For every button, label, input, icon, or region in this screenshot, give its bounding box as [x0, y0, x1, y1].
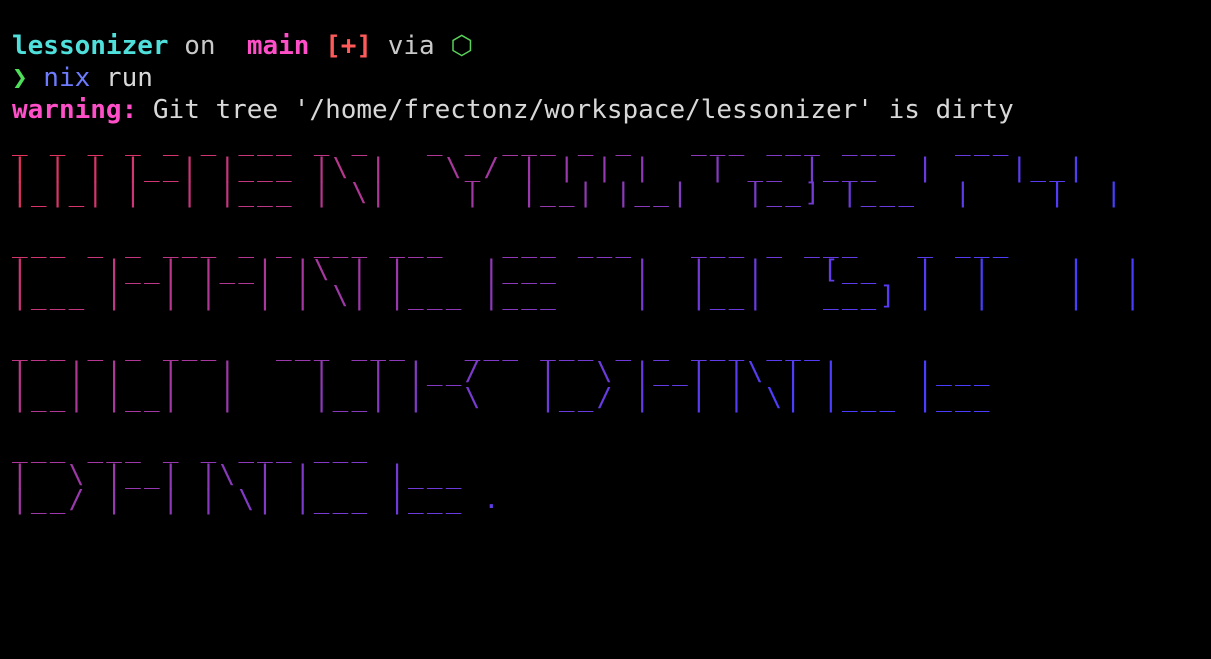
git-branch-name: main	[231, 31, 310, 61]
ascii-art-output: _ _ _ _ _ _ ___ _ _ _ _ ___ _ _ ___ ___ …	[12, 129, 1144, 516]
on-label: on	[168, 31, 232, 61]
warning-line: warning: Git tree '/home/frectonz/worksp…	[12, 94, 1014, 126]
warning-message: Git tree '/home/frectonz/workspace/lesso…	[137, 95, 1014, 125]
ascii-art-line: |__/ | | | \| |___ |___ .	[12, 485, 503, 516]
shell-prompt-line: lessonizer on main [+] via ⬡	[12, 30, 473, 62]
ascii-art-line: |__| |__| | |__| | \ |__/ | | | \| |___ …	[12, 382, 993, 413]
ascii-art-line: |___ | | | | | \| |___ |___ | |__| ___] …	[12, 280, 1144, 311]
warning-label: warning:	[12, 95, 138, 125]
prompt-chevron-icon: ❯	[12, 63, 28, 93]
command-args: run	[90, 63, 153, 93]
ascii-art-line: |_|_| | | |___ | \| | |__| |__| |__] |__…	[12, 178, 1125, 209]
command-line: ❯ nix run	[12, 62, 153, 94]
current-directory: lessonizer	[12, 31, 169, 61]
via-label: via	[372, 31, 451, 61]
nodejs-icon: ⬡	[450, 31, 474, 61]
git-status-badge: [+]	[309, 31, 373, 61]
command-name: nix	[27, 63, 91, 93]
terminal-window[interactable]: lessonizer on main [+] via ⬡ ❯ nix run w…	[0, 0, 1211, 659]
